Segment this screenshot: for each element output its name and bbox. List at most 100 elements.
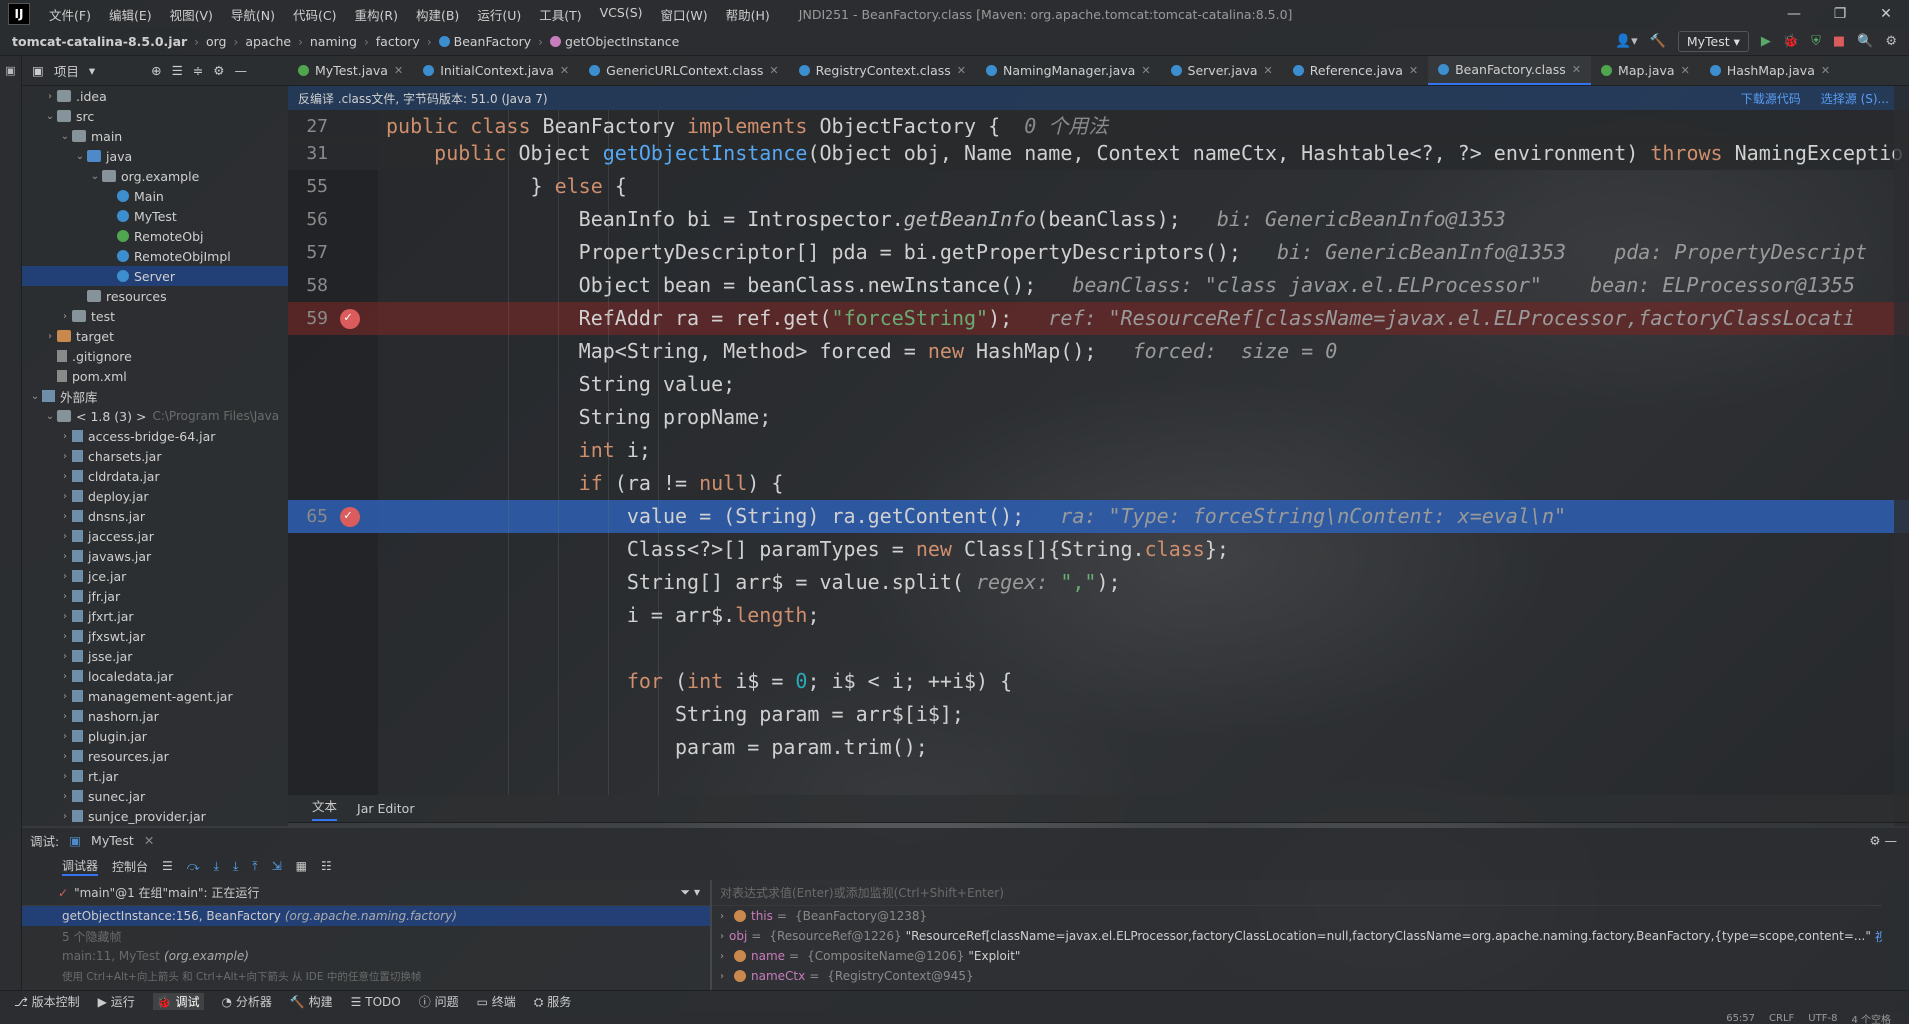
tree-item[interactable]: resources: [22, 286, 288, 306]
expand-arrow-icon[interactable]: ›: [58, 711, 72, 722]
editor-tab[interactable]: HashMap.java ✕: [1700, 56, 1840, 85]
tree-item[interactable]: ⌄ < 1.8 (3) > C:\Program Files\Java: [22, 406, 288, 426]
tree-item[interactable]: › test: [22, 306, 288, 326]
tree-item[interactable]: › localedata.jar: [22, 666, 288, 686]
tree-item[interactable]: ⌄ main: [22, 126, 288, 146]
restore-icon[interactable]: ❐: [1817, 6, 1863, 22]
expand-arrow-icon[interactable]: ›: [58, 431, 72, 442]
tree-item[interactable]: › management-agent.jar: [22, 686, 288, 706]
menu-item[interactable]: 导航(N): [222, 5, 284, 24]
tree-item[interactable]: › jfxrt.jar: [22, 606, 288, 626]
tree-item[interactable]: ⌄ org.example: [22, 166, 288, 186]
project-tool-icon[interactable]: ▣: [4, 64, 17, 77]
tab-close-icon[interactable]: ✕: [1264, 64, 1273, 77]
expand-arrow-icon[interactable]: ›: [58, 611, 72, 622]
code-line[interactable]: String param = arr$[i$];: [288, 698, 1909, 731]
tree-item[interactable]: › jfxswt.jar: [22, 626, 288, 646]
code-line[interactable]: 56 BeanInfo bi = Introspector.getBeanInf…: [288, 203, 1909, 236]
options-gear-icon[interactable]: ⚙: [213, 63, 224, 78]
expand-arrow-icon[interactable]: ›: [58, 771, 72, 782]
tree-item[interactable]: › sunjce_provider.jar: [22, 806, 288, 826]
code-line[interactable]: String value;: [288, 368, 1909, 401]
layout-icon[interactable]: ☰: [162, 859, 173, 873]
tab-close-icon[interactable]: ✕: [1141, 64, 1150, 77]
expand-all-icon[interactable]: ☰: [172, 63, 183, 78]
expand-arrow-icon[interactable]: ›: [58, 451, 72, 462]
expand-arrow-icon[interactable]: ›: [58, 811, 72, 822]
indent-setting[interactable]: 4 个空格: [1851, 1011, 1891, 1024]
editor-tab[interactable]: InitialContext.java ✕: [413, 56, 579, 85]
tree-item[interactable]: › jsse.jar: [22, 646, 288, 666]
menu-item[interactable]: 编辑(E): [100, 5, 161, 24]
code-editor[interactable]: 27 public class BeanFactory implements Ob…: [288, 110, 1909, 795]
view-link[interactable]: 视图: [1875, 928, 1882, 945]
code-line[interactable]: 65 value = (String) ra.getContent(); ra:…: [288, 499, 1909, 533]
tab-close-icon[interactable]: ✕: [1681, 64, 1690, 77]
menu-item[interactable]: 代码(C): [284, 5, 345, 24]
breakpoint-icon[interactable]: [340, 301, 360, 334]
code-line[interactable]: 31 public Object getObjectInstance(Objec…: [288, 137, 1909, 170]
tree-item[interactable]: › rt.jar: [22, 766, 288, 786]
step-out-icon[interactable]: ⤒: [252, 859, 257, 874]
tab-debugger[interactable]: 调试器: [62, 857, 99, 876]
expand-arrow-icon[interactable]: ›: [58, 471, 72, 482]
stop-icon[interactable]: ■: [1833, 34, 1845, 49]
editor-tab[interactable]: BeanFactory.class ✕: [1428, 56, 1592, 85]
choose-sources-link[interactable]: 选择源 (S)...: [1821, 90, 1889, 107]
variable-row[interactable]: › obj = {ResourceRef@1226} "ResourceRef[clas…: [712, 926, 1882, 946]
debug-bug-icon[interactable]: 🐞: [1783, 34, 1799, 49]
code-line[interactable]: 59 RefAddr ra = ref.get("forceString"); …: [288, 301, 1909, 335]
expand-arrow-icon[interactable]: ›: [58, 491, 72, 502]
tree-item[interactable]: › plugin.jar: [22, 726, 288, 746]
tree-item[interactable]: › dnsns.jar: [22, 506, 288, 526]
expand-arrow-icon[interactable]: ›: [58, 571, 72, 582]
editor-tab[interactable]: Reference.java ✕: [1283, 56, 1428, 85]
tool-window-button[interactable]: ☰ TODO: [351, 995, 401, 1009]
code-line[interactable]: Map<String, Method> forced = new HashMap…: [288, 335, 1909, 368]
menu-item[interactable]: 工具(T): [530, 5, 590, 24]
debug-tab-close-icon[interactable]: ✕: [144, 833, 154, 848]
code-line[interactable]: for (int i$ = 0; i$ < i; ++i$) {: [288, 665, 1909, 698]
tab-close-icon[interactable]: ✕: [394, 64, 403, 77]
tree-item[interactable]: ⌄ src: [22, 106, 288, 126]
code-line[interactable]: [288, 632, 1909, 665]
breakpoint-icon[interactable]: [340, 499, 360, 532]
tree-item[interactable]: .gitignore: [22, 346, 288, 366]
tree-item[interactable]: ⌄ java: [22, 146, 288, 166]
expand-arrow-icon[interactable]: ⌄: [43, 411, 57, 422]
minimize-icon[interactable]: —: [1771, 6, 1817, 22]
tab-close-icon[interactable]: ✕: [769, 64, 778, 77]
run-config-select[interactable]: MyTest ▾: [1677, 31, 1749, 52]
expand-arrow-icon[interactable]: ›: [43, 91, 57, 102]
menu-item[interactable]: 运行(U): [468, 5, 530, 24]
expand-arrow-icon[interactable]: ›: [58, 631, 72, 642]
menu-item[interactable]: 视图(V): [161, 5, 222, 24]
expand-arrow-icon[interactable]: ›: [58, 311, 72, 322]
breadcrumb-item[interactable]: naming: [306, 34, 361, 49]
search-icon[interactable]: 🔍: [1857, 34, 1873, 49]
stack-frame[interactable]: main:11, MyTest (org.example): [22, 946, 710, 966]
expand-arrow-icon[interactable]: ›: [58, 511, 72, 522]
breadcrumb-item[interactable]: BeanFactory: [435, 34, 536, 49]
editor-tab[interactable]: GenericURLContext.class ✕: [579, 56, 788, 85]
tool-window-button[interactable]: ⛭ 服务: [534, 993, 571, 1010]
expand-arrow-icon[interactable]: ›: [58, 791, 72, 802]
tab-jar-editor[interactable]: Jar Editor: [357, 801, 414, 816]
code-line[interactable]: 57 PropertyDescriptor[] pda = bi.getProp…: [288, 236, 1909, 269]
code-line[interactable]: int i;: [288, 434, 1909, 467]
tool-window-button[interactable]: ◔ 分析器: [222, 993, 272, 1010]
dropdown-icon[interactable]: ▾: [89, 63, 95, 78]
collapse-all-icon[interactable]: ≑: [193, 63, 203, 78]
expand-arrow-icon[interactable]: ›: [43, 331, 57, 342]
code-line[interactable]: if (ra != null) {: [288, 467, 1909, 500]
tree-item[interactable]: › jaccess.jar: [22, 526, 288, 546]
run-to-cursor-icon[interactable]: ⇲: [272, 859, 282, 873]
menu-item[interactable]: 重构(R): [346, 5, 407, 24]
trace-icon[interactable]: ☷: [321, 859, 332, 873]
close-icon[interactable]: ✕: [1863, 6, 1909, 22]
tree-item[interactable]: › .idea: [22, 86, 288, 106]
evaluate-expression-input[interactable]: 对表达式求值(Enter)或添加监视(Ctrl+Shift+Enter): [712, 880, 1882, 906]
expand-arrow-icon[interactable]: ›: [58, 651, 72, 662]
tool-window-button[interactable]: 🔨 构建: [290, 993, 333, 1010]
debug-settings-gear-icon[interactable]: ⚙ —: [1869, 833, 1909, 848]
